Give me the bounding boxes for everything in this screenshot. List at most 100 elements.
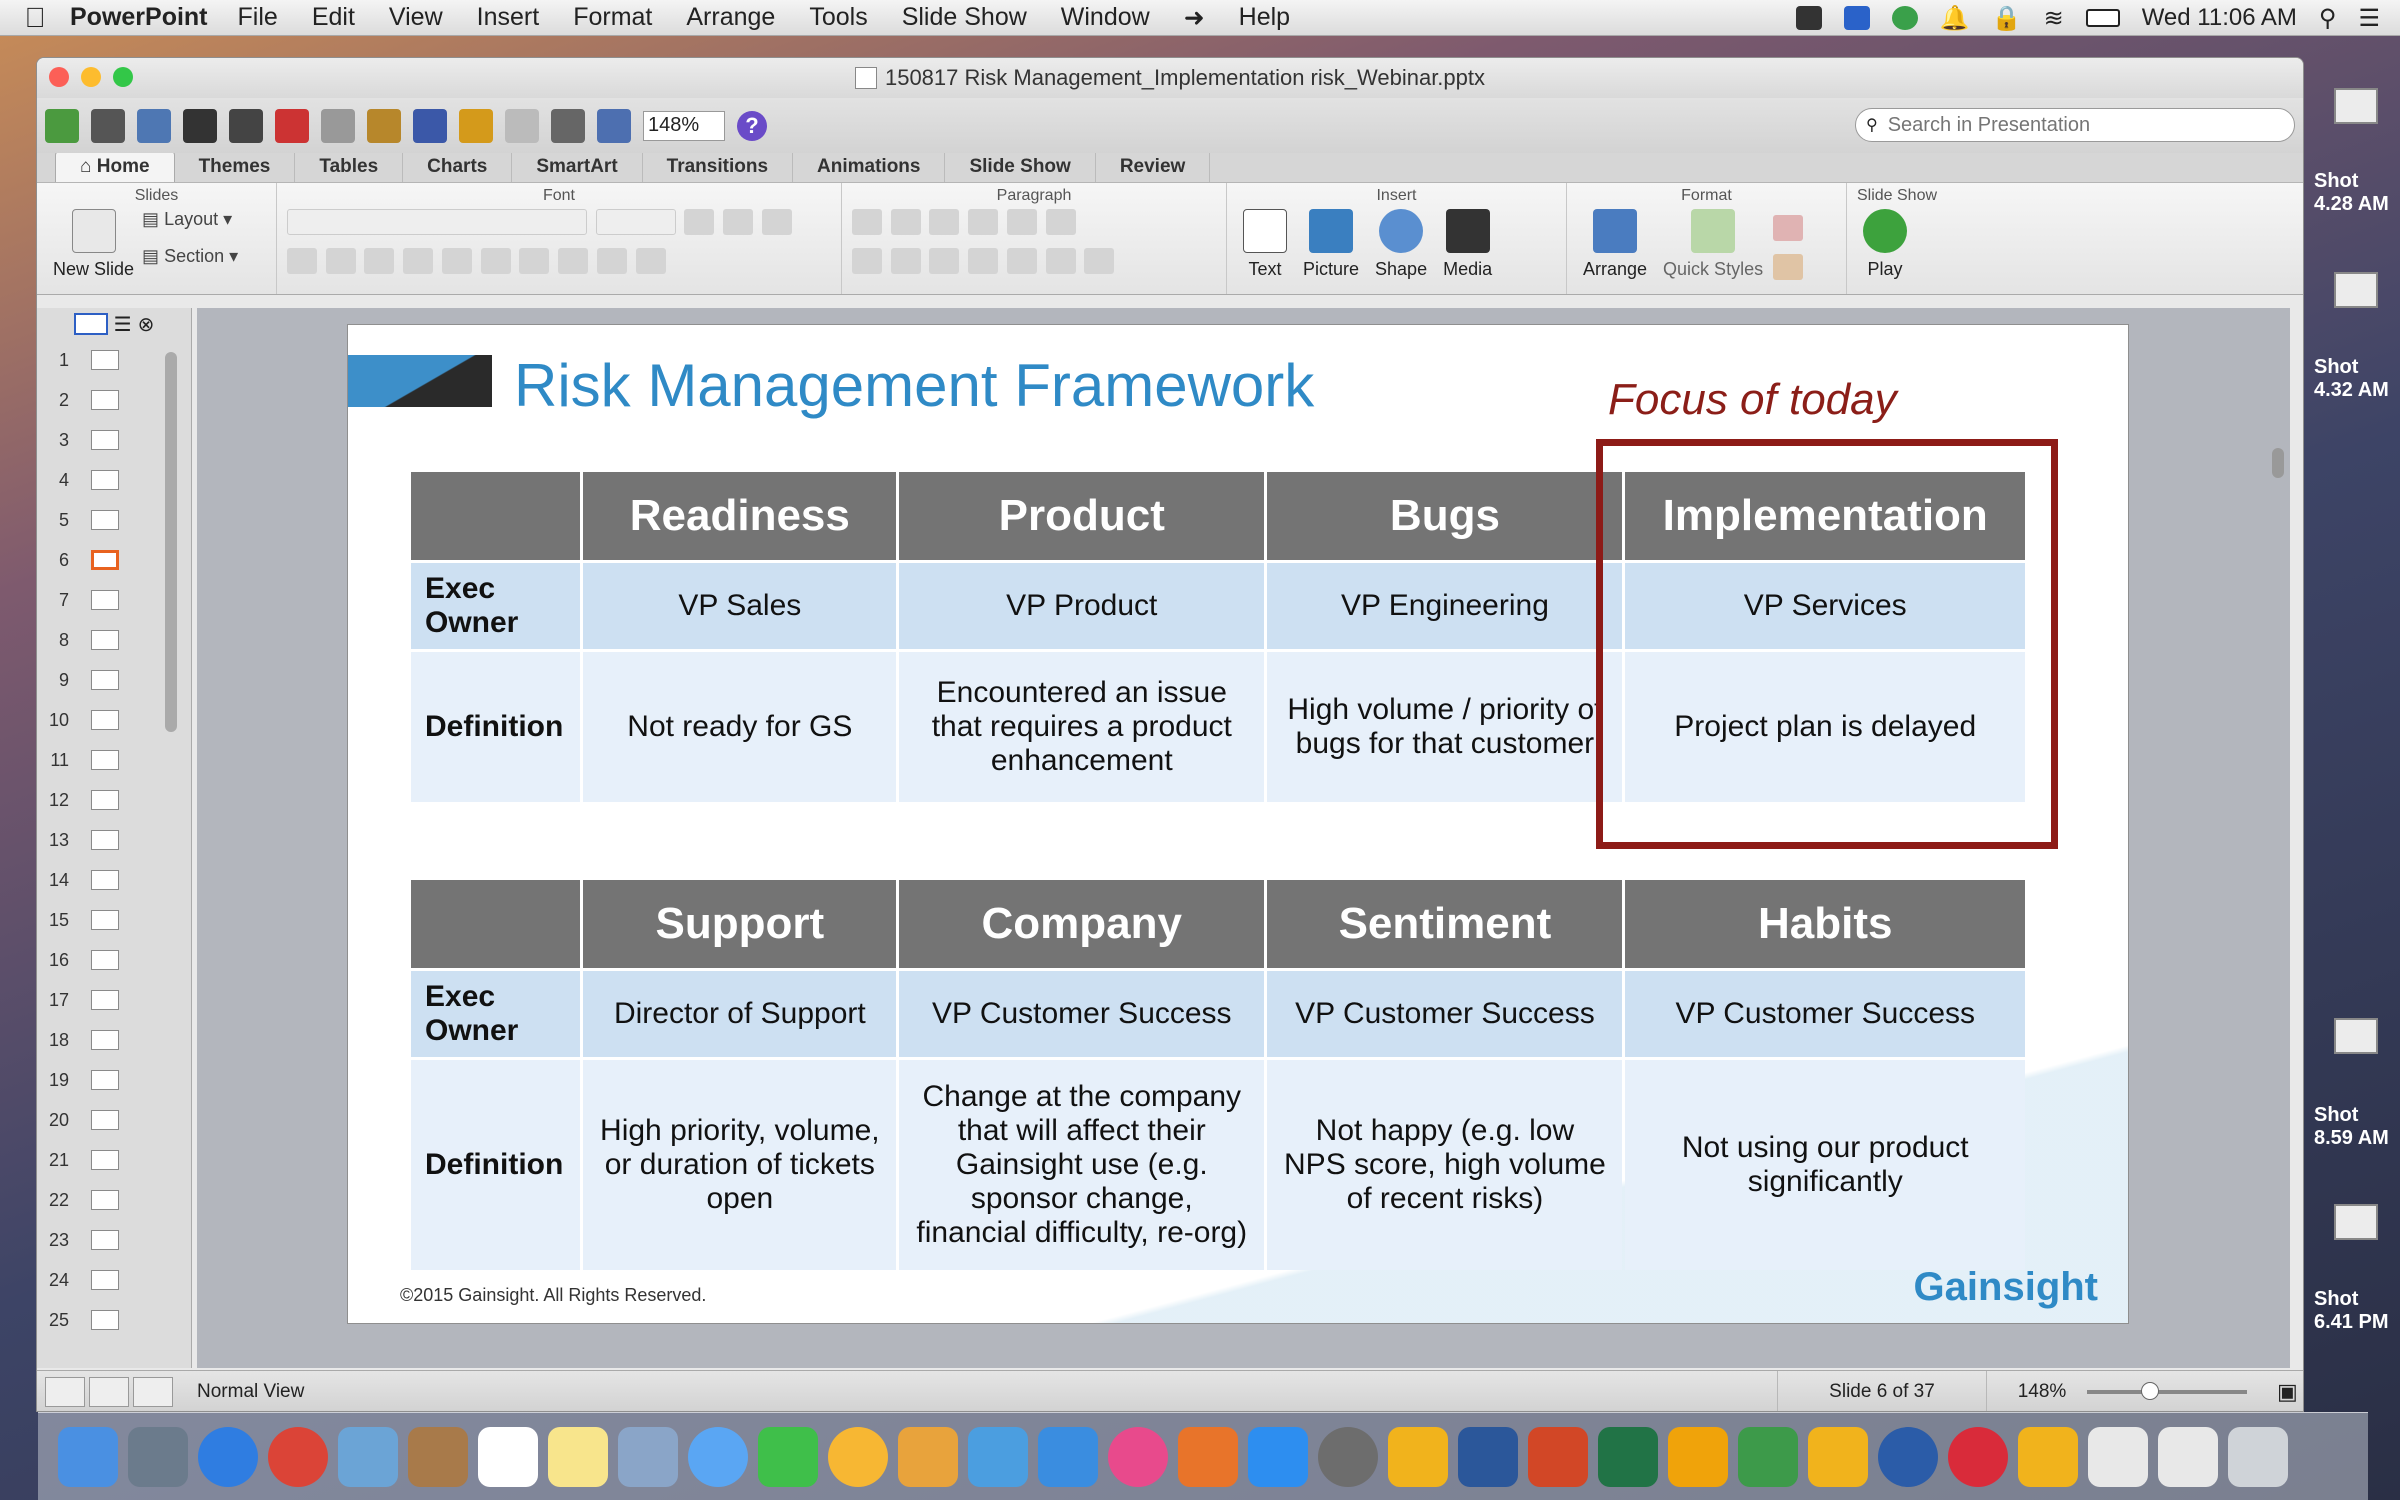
slide-thumbnail[interactable]: 15 [37,900,191,940]
downloads-stack-icon[interactable] [2158,1426,2218,1487]
presenter-view-button[interactable] [133,1376,173,1407]
desktop-screenshot-thumb[interactable] [2334,1204,2378,1240]
zoom-slider[interactable] [2087,1381,2247,1400]
slide-thumbnail-image[interactable] [91,1190,119,1210]
preview-icon[interactable] [338,1426,398,1487]
bold-button[interactable] [287,248,317,274]
desktop-screenshot-thumb[interactable] [2334,1018,2378,1054]
desktop-screenshot-label[interactable]: Shot 4.28 AM [2314,170,2394,216]
play-button[interactable]: Play [1863,209,1907,280]
grow-font-button[interactable] [684,209,715,235]
scroll-thumb[interactable] [2272,448,2284,478]
strikethrough-button[interactable] [403,248,434,274]
align-center-button[interactable] [890,248,921,274]
slide-thumbnail[interactable]: 23 [37,1220,191,1260]
powerpoint-icon[interactable] [1528,1426,1588,1487]
search-box[interactable]: ⚲ [1855,108,2295,142]
menu-insert[interactable]: Insert [477,3,540,32]
italic-button[interactable] [325,248,356,274]
tab-transitions[interactable]: Transitions [643,152,794,182]
align-left-button[interactable] [852,248,882,274]
notification-center-icon[interactable]: ☰ [2358,4,2380,33]
app-icon[interactable] [1808,1426,1868,1487]
fill-color-button[interactable] [1773,215,1804,241]
desktop-screenshot-label[interactable]: Shot 8.59 AM [2314,1104,2394,1150]
photos-icon[interactable] [828,1426,888,1487]
slide-thumbnail-image[interactable] [91,910,119,930]
justify-button[interactable] [968,248,999,274]
slide-thumbnail-image[interactable] [91,1150,119,1170]
focus-label[interactable]: Focus of today [1608,375,1897,425]
slide-thumbnail-image[interactable] [91,470,119,490]
slide-thumbnail[interactable]: 22 [37,1180,191,1220]
facetime-icon[interactable] [758,1426,818,1487]
new-icon[interactable] [45,108,79,143]
slide-thumbnail-image[interactable] [91,430,119,450]
close-window-button[interactable] [49,67,69,87]
normal-view-button[interactable] [45,1376,85,1407]
text-effects-button[interactable] [635,248,666,274]
slide-thumbnail[interactable]: 24 [37,1260,191,1300]
slide-thumbnail[interactable]: 19 [37,1060,191,1100]
slide-thumbnail-image[interactable] [91,590,119,610]
redo-icon[interactable] [505,108,539,143]
menu-help[interactable]: Help [1239,3,1290,32]
cut-icon[interactable] [275,108,309,143]
desktop-screenshot-label[interactable]: Shot 6.41 PM [2314,1288,2394,1334]
print-icon[interactable] [229,108,263,143]
columns-button[interactable] [1045,209,1076,235]
slide-thumbnail[interactable]: 16 [37,940,191,980]
gallery-icon[interactable] [597,108,631,143]
font-name-select[interactable] [287,209,587,235]
subscript-button[interactable] [480,248,511,274]
menu-view[interactable]: View [389,3,443,32]
tab-themes[interactable]: Themes [175,152,296,182]
line-spacing-button[interactable] [1006,209,1037,235]
slide-thumbnail[interactable]: 25 [37,1300,191,1340]
slide-thumbnail-image[interactable] [91,990,119,1010]
excel-icon[interactable] [1598,1426,1658,1487]
open-icon[interactable] [137,108,171,143]
slide-thumbnail-image[interactable] [91,1310,119,1330]
menu-window[interactable]: Window [1061,3,1150,32]
arrange-button[interactable]: Arrange [1583,209,1647,285]
save-icon[interactable] [183,108,217,143]
tab-charts[interactable]: Charts [403,152,513,182]
battery-icon[interactable] [2085,9,2120,27]
insert-text-button[interactable]: Text [1243,209,1287,280]
slide-thumbnail[interactable]: 17 [37,980,191,1020]
slides-tab-icon[interactable] [73,313,108,335]
messages-icon[interactable] [688,1426,748,1487]
decrease-indent-button[interactable] [929,209,960,235]
tab-slide-show[interactable]: Slide Show [945,152,1096,182]
network-icon[interactable] [1738,1426,1798,1487]
app-icon[interactable] [2018,1426,2078,1487]
reminders-icon[interactable] [618,1426,678,1487]
panel-scrollbar[interactable] [165,352,177,732]
slide-thumbnail[interactable]: 14 [37,860,191,900]
format-painter-icon[interactable] [413,108,447,143]
help-icon[interactable]: ? [737,110,767,141]
slide-thumbnail-image[interactable] [91,1070,119,1090]
app-icon[interactable] [1388,1426,1448,1487]
superscript-button[interactable] [441,248,472,274]
menu-file[interactable]: File [238,3,278,32]
quicktime-icon[interactable] [1878,1426,1938,1487]
slide-thumbnail[interactable]: 21 [37,1140,191,1180]
new-slide-button[interactable]: New Slide [53,209,134,280]
slide-thumbnail-image[interactable] [91,630,119,650]
app-store-icon[interactable] [1248,1426,1308,1487]
minimize-window-button[interactable] [81,67,101,87]
status-tray-icon[interactable] [1891,6,1918,30]
spotlight-search-icon[interactable]: ⚲ [2319,4,2337,33]
outline-tab-icon[interactable]: ☰ [114,312,132,337]
app-icon[interactable] [1948,1426,2008,1487]
text-direction-button[interactable] [1045,248,1076,274]
slide[interactable]: Risk Management Framework Focus of today… [347,324,2129,1324]
underline-button[interactable] [364,248,395,274]
contacts-icon[interactable] [408,1426,468,1487]
distribute-button[interactable] [1006,248,1037,274]
apple-menu-icon[interactable]:  [0,2,70,34]
slide-thumbnail-image[interactable] [91,390,119,410]
menu-arrange[interactable]: Arrange [686,3,775,32]
